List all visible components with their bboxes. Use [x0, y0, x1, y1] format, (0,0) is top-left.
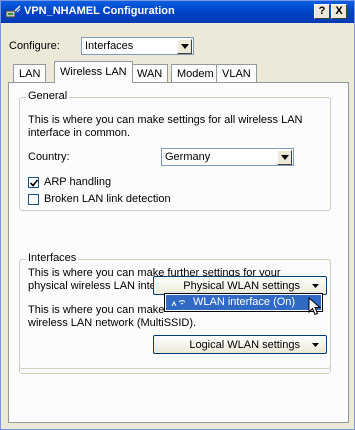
menu-item-wlan-interface[interactable]: WLAN interface (On)	[166, 295, 321, 310]
interfaces-group-title: Interfaces	[26, 252, 79, 264]
broken-lan-link-checkbox[interactable]	[28, 194, 39, 205]
window-title: VPN_NHAMEL Configuration	[24, 5, 175, 17]
configure-select-value: Interfaces	[85, 40, 134, 52]
chevron-down-icon[interactable]	[277, 150, 292, 165]
menu-item-label: WLAN interface (On)	[193, 296, 296, 308]
physical-wlan-settings-label: Physical WLAN settings	[183, 280, 300, 292]
logical-description-end: wireless LAN network (MultiSSID).	[28, 317, 197, 329]
physical-wlan-menu: WLAN interface (On)	[164, 293, 323, 312]
logical-wlan-settings-button[interactable]: Logical WLAN settings	[153, 335, 327, 354]
wifi-icon	[170, 297, 190, 311]
general-group-title: General	[26, 90, 70, 102]
broken-lan-link-label[interactable]: Broken LAN link detection	[44, 193, 171, 206]
chevron-down-icon	[312, 343, 319, 347]
tab-modem[interactable]: Modem	[171, 64, 220, 82]
general-description: This is where you can make settings for …	[28, 114, 303, 139]
configure-label: Configure:	[9, 40, 60, 52]
chevron-down-icon[interactable]	[177, 39, 192, 54]
network-app-icon	[5, 5, 21, 19]
arp-handling-label[interactable]: ARP handling	[44, 176, 111, 189]
close-button[interactable]: X	[331, 4, 347, 19]
arp-handling-checkbox[interactable]	[28, 177, 39, 188]
tab-wan[interactable]: WAN	[131, 64, 169, 82]
country-select[interactable]: Germany	[161, 148, 294, 166]
country-select-value: Germany	[165, 151, 211, 163]
title-bar[interactable]: VPN_NHAMEL Configuration ? X	[1, 1, 354, 23]
mouse-cursor-icon	[308, 297, 321, 316]
configuration-window: VPN_NHAMEL Configuration ? X Configure: …	[0, 0, 355, 430]
logical-wlan-settings-label: Logical WLAN settings	[189, 339, 300, 351]
configure-select[interactable]: Interfaces	[81, 37, 194, 55]
tab-vlan[interactable]: VLAN	[216, 64, 257, 82]
tab-wireless-lan[interactable]: Wireless LAN	[54, 61, 133, 83]
chevron-down-icon	[312, 284, 319, 288]
logical-description-start: This is where you can make	[28, 304, 165, 316]
tab-lan[interactable]: LAN	[13, 64, 47, 82]
help-button[interactable]: ?	[314, 4, 330, 19]
country-label: Country:	[28, 151, 70, 163]
